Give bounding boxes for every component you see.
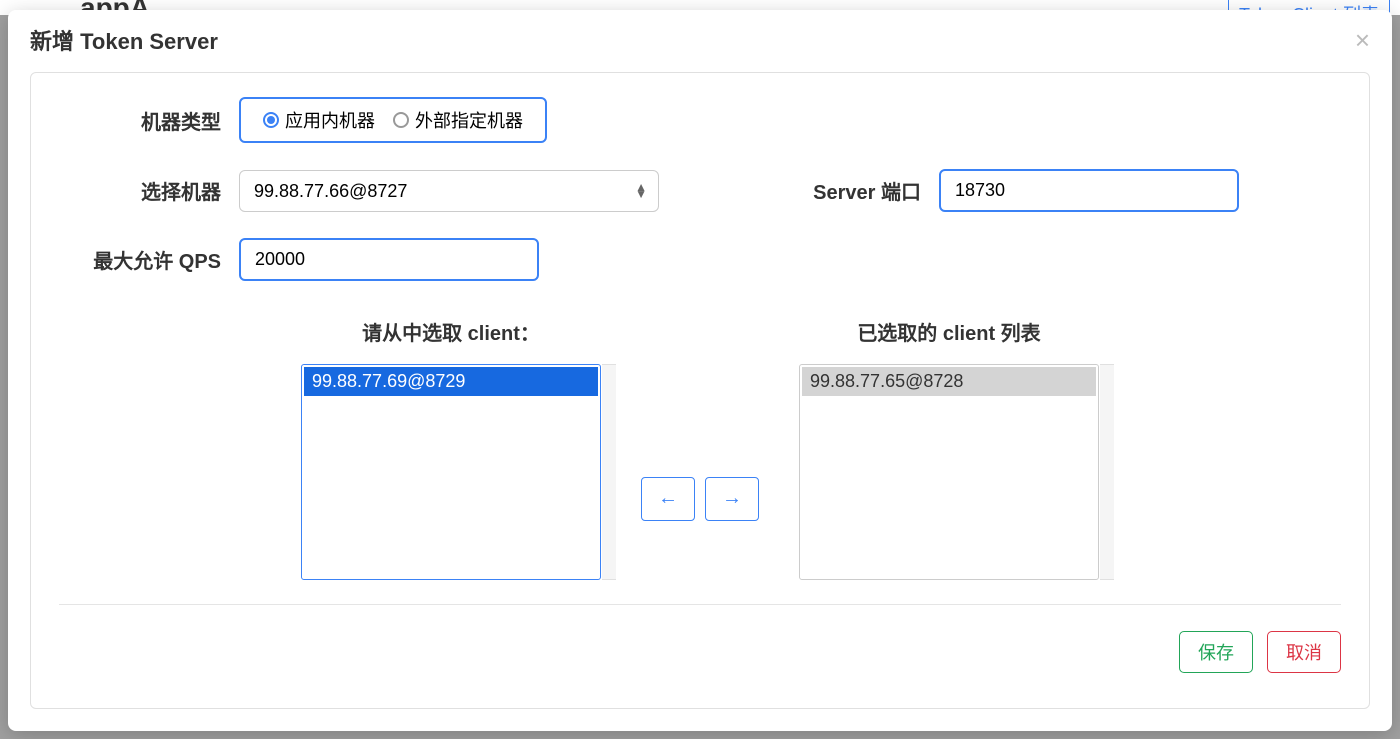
modal-header: 新增 Token Server × [8, 10, 1392, 72]
cancel-button[interactable]: 取消 [1267, 631, 1341, 673]
modal-body: 机器类型 应用内机器 外部指定机器 选择机器 [30, 72, 1370, 709]
scrollbar[interactable] [1100, 364, 1114, 580]
machine-type-label: 机器类型 [59, 106, 239, 135]
scrollbar[interactable] [602, 364, 616, 580]
available-clients-listbox[interactable]: 99.88.77.69@8729 [303, 366, 599, 578]
close-icon[interactable]: × [1355, 27, 1370, 53]
radio-internal-label: 应用内机器 [285, 107, 375, 133]
transfer-buttons: ← → [641, 417, 759, 580]
radio-unselected-icon [393, 112, 409, 128]
arrow-left-icon: ← [658, 487, 678, 510]
move-left-button[interactable]: ← [641, 477, 695, 521]
form-row-machine-type: 机器类型 应用内机器 外部指定机器 [59, 97, 1341, 143]
radio-external-label: 外部指定机器 [415, 107, 523, 133]
selected-title: 已选取的 client 列表 [857, 317, 1040, 346]
radio-external-machine[interactable]: 外部指定机器 [393, 107, 523, 133]
server-port-label: Server 端口 [789, 176, 939, 205]
move-right-button[interactable]: → [705, 477, 759, 521]
radio-internal-machine[interactable]: 应用内机器 [263, 107, 375, 133]
form-row-machine-port: 选择机器 99.88.77.66@8727 ▲▼ Server 端口 [59, 169, 1341, 212]
list-item[interactable]: 99.88.77.69@8729 [304, 367, 598, 396]
arrow-right-icon: → [722, 487, 742, 510]
radio-selected-icon [263, 112, 279, 128]
machine-type-radio-group: 应用内机器 外部指定机器 [239, 97, 547, 143]
modal-dialog: 新增 Token Server × 机器类型 应用内机器 外部指定机器 [8, 10, 1392, 731]
available-clients-panel: 请从中选取 client： 99.88.77.69@8729 [301, 317, 601, 580]
select-machine[interactable]: 99.88.77.66@8727 [239, 170, 659, 212]
selected-clients-panel: 已选取的 client 列表 99.88.77.65@8728 [799, 317, 1099, 580]
select-machine-label: 选择机器 [59, 176, 239, 205]
modal-title: 新增 Token Server [30, 24, 218, 56]
available-title: 请从中选取 client： [362, 317, 540, 346]
selected-clients-listbox[interactable]: 99.88.77.65@8728 [801, 366, 1097, 578]
list-item[interactable]: 99.88.77.65@8728 [802, 367, 1096, 396]
max-qps-input[interactable] [239, 238, 539, 281]
max-qps-label: 最大允许 QPS [59, 245, 239, 274]
transfer-section: 请从中选取 client： 99.88.77.69@8729 ← → [59, 317, 1341, 605]
save-button[interactable]: 保存 [1179, 631, 1253, 673]
modal-footer: 保存 取消 [59, 631, 1341, 673]
server-port-input[interactable] [939, 169, 1239, 212]
form-row-qps: 最大允许 QPS [59, 238, 1341, 281]
